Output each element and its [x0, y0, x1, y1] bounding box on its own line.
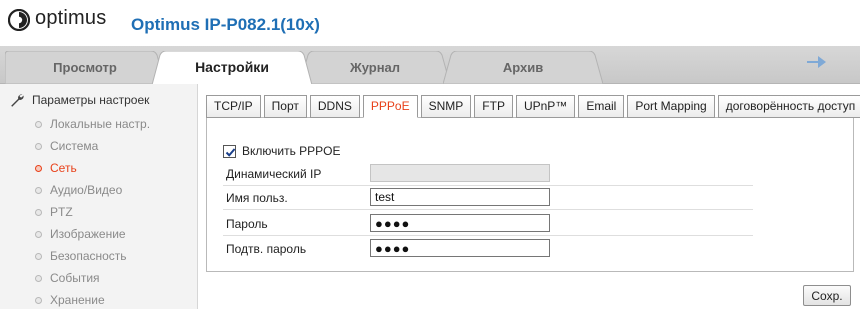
network-subtab-bar: TCP/IP Порт DDNS PPPoE SNMP FTP UPnP™ Em… — [206, 95, 860, 118]
username-label: Имя польз. — [226, 191, 288, 205]
logo: optimus — [8, 7, 107, 31]
sidebar-heading-label: Параметры настроек — [32, 93, 150, 107]
bullet-icon — [35, 253, 42, 260]
subtab-port[interactable]: Порт — [263, 95, 307, 118]
sidebar-item-label: События — [50, 271, 100, 285]
subtab-access-agreement[interactable]: договорённость доступ — [717, 95, 860, 118]
sidebar-item-label: Хранение — [50, 293, 105, 307]
device-model-title: Optimus IP-P082.1(10x) — [131, 15, 320, 34]
password-label: Пароль — [226, 217, 268, 231]
optimus-logo-icon — [8, 8, 30, 31]
tab-label: Журнал — [349, 60, 401, 75]
bullet-icon — [35, 165, 42, 172]
tab-label: Архив — [502, 60, 544, 75]
sidebar-item-network[interactable]: Сеть — [0, 158, 196, 180]
sidebar-item-audio-video[interactable]: Аудио/Видео — [0, 180, 196, 202]
bullet-icon — [35, 209, 42, 216]
confirm-password-row: Подтв. пароль — [223, 239, 753, 261]
sidebar-item-system[interactable]: Система — [0, 136, 196, 158]
bullet-icon — [35, 143, 42, 150]
logout-arrow-icon[interactable] — [805, 52, 827, 72]
password-row: Пароль — [223, 214, 753, 236]
tab-label: Просмотр — [53, 60, 117, 75]
bullet-icon — [35, 297, 42, 304]
enable-pppoe-row[interactable]: Включить PPPOE — [223, 144, 341, 158]
subtab-port-mapping[interactable]: Port Mapping — [627, 95, 715, 118]
save-button[interactable]: Сохр. — [803, 285, 851, 306]
sidebar-item-events[interactable]: События — [0, 268, 196, 290]
checkmark-icon — [225, 147, 236, 157]
subtab-pppoe[interactable]: PPPoE — [362, 95, 418, 118]
tab-preview[interactable]: Просмотр — [5, 51, 165, 84]
sidebar-item-ptz[interactable]: PTZ — [0, 202, 196, 224]
sidebar-item-label: Аудио/Видео — [50, 183, 123, 197]
subtab-email[interactable]: Email — [578, 95, 625, 118]
confirm-password-label: Подтв. пароль — [226, 242, 307, 256]
enable-pppoe-label: Включить PPPOE — [242, 144, 341, 158]
username-field[interactable] — [370, 188, 550, 206]
logo-text: optimus — [35, 7, 107, 29]
tab-settings[interactable]: Настройки — [152, 51, 312, 85]
sidebar-item-local-settings[interactable]: Локальные настр. — [0, 114, 196, 136]
settings-content: TCP/IP Порт DDNS PPPoE SNMP FTP UPnP™ Em… — [198, 84, 860, 309]
sidebar-item-label: Изображение — [50, 227, 126, 241]
tab-archive[interactable]: Архив — [443, 51, 603, 84]
password-field[interactable] — [370, 214, 550, 232]
sidebar-list: Локальные настр. Система Сеть Аудио/Виде… — [0, 114, 196, 312]
enable-pppoe-checkbox[interactable] — [223, 144, 236, 158]
sidebar-item-label: Безопасность — [50, 249, 127, 263]
subtab-ddns[interactable]: DDNS — [309, 95, 360, 118]
dynamic-ip-label: Динамический IP — [226, 167, 322, 181]
main-tab-bar: Просмотр Журнал Архив Настройки — [0, 46, 860, 85]
confirm-password-field[interactable] — [370, 239, 550, 257]
dynamic-ip-field — [370, 164, 550, 182]
sidebar-item-label: Система — [50, 139, 99, 153]
subtab-ftp[interactable]: FTP — [474, 95, 513, 118]
username-row: Имя польз. — [223, 188, 753, 210]
subtab-tcpip[interactable]: TCP/IP — [206, 95, 261, 118]
sidebar-item-label: Локальные настр. — [50, 117, 151, 131]
sidebar-item-security[interactable]: Безопасность — [0, 246, 196, 268]
tab-journal[interactable]: Журнал — [300, 51, 450, 84]
sidebar-item-label: PTZ — [50, 205, 73, 219]
dynamic-ip-row: Динамический IP — [223, 164, 753, 186]
tab-label: Настройки — [195, 59, 269, 75]
wrench-icon — [11, 94, 24, 107]
settings-sidebar: Параметры настроек Локальные настр. Сист… — [0, 84, 198, 309]
header: optimus Optimus IP-P082.1(10x) — [0, 0, 860, 46]
bullet-icon — [35, 275, 42, 282]
subtab-snmp[interactable]: SNMP — [420, 95, 472, 118]
subtab-upnp[interactable]: UPnP™ — [515, 95, 576, 118]
bullet-icon — [35, 187, 42, 194]
bullet-icon — [35, 231, 42, 238]
bullet-icon — [35, 121, 42, 128]
sidebar-item-label: Сеть — [50, 161, 77, 175]
sidebar-heading: Параметры настроек — [10, 93, 149, 107]
sidebar-item-image[interactable]: Изображение — [0, 224, 196, 246]
